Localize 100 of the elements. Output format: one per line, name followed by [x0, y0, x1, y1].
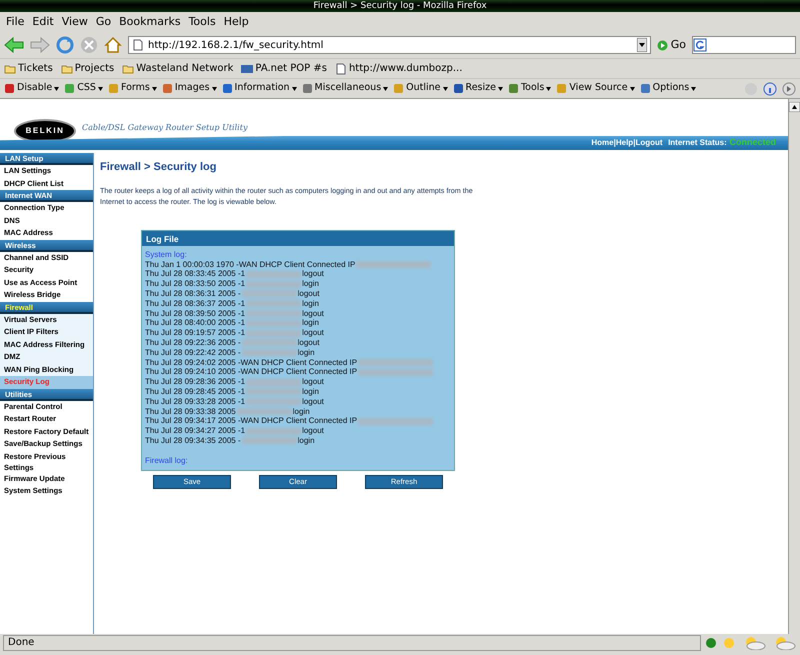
log-entry: Thu Jul 28 09:22:36 2005 -: [145, 338, 241, 348]
log-event: logout: [302, 396, 324, 407]
dropdown-icon[interactable]: [636, 38, 647, 52]
bookmark[interactable]: Wasteland Network: [122, 61, 234, 76]
caret-icon: [383, 86, 388, 90]
log-entry: Thu Jul 28 09:22:42 2005 -: [145, 348, 241, 358]
log-event: logout: [298, 288, 320, 299]
panel-title: Log File: [142, 230, 454, 246]
log-event: login: [292, 406, 310, 416]
caret-icon: [212, 86, 217, 90]
toolbar-menu[interactable]: Miscellaneous: [302, 81, 388, 96]
redacted-blur: [246, 388, 302, 396]
caret-icon: [630, 86, 635, 90]
bookmark[interactable]: http://www.dumbozp...: [334, 61, 462, 76]
redacted-blur: [246, 310, 302, 317]
home-icon[interactable]: [104, 36, 122, 54]
log-event: logout: [298, 338, 320, 348]
toolbar-menu[interactable]: Images: [162, 81, 217, 96]
toolbar-menu[interactable]: View Source: [556, 81, 635, 96]
tagline: Cable/DSL Gateway Router Setup Utility: [82, 122, 248, 134]
log-entry: Thu Jul 28 09:33:28 2005 -1: [145, 396, 246, 407]
redacted-blur: [246, 330, 302, 337]
separator: |: [614, 137, 616, 149]
redacted-blur: [246, 398, 302, 406]
log-event: login: [302, 279, 319, 289]
toolbar-menu[interactable]: Forms: [108, 81, 157, 96]
bookmark[interactable]: Tickets: [4, 61, 53, 76]
caret-icon: [292, 86, 297, 90]
menu-item[interactable]: Edit: [28, 12, 58, 32]
redacted-blur: [246, 378, 302, 386]
window-title: Firewall > Security log - Mozilla Firefox: [0, 0, 800, 12]
toolbar-menu[interactable]: Tools: [508, 81, 552, 96]
toolbar-menu[interactable]: Resize: [452, 81, 503, 96]
log-entry: Thu Jul 28 08:40:00 2005 -1: [145, 318, 246, 328]
caret-icon: [54, 86, 60, 90]
log-label: System log:: [145, 250, 188, 260]
caret-icon: [498, 86, 503, 90]
scroll-up-icon: [789, 102, 800, 112]
redacted-blur: [236, 408, 292, 415]
bookmark[interactable]: Projects: [60, 61, 114, 76]
redacted-blur: [246, 320, 302, 327]
menu-item[interactable]: Help: [220, 12, 253, 32]
search-engine-icon: [693, 38, 707, 52]
sun-icon: [721, 636, 737, 650]
stop-icon[interactable]: [80, 36, 98, 54]
log-entry: Thu Jul 28 09:34:27 2005 -1: [145, 426, 246, 436]
status-label: Internet Status:: [668, 137, 727, 149]
folder-icon: [4, 62, 16, 74]
bookmark[interactable]: PA.net POP #s: [241, 61, 327, 76]
log-event: logout: [302, 328, 324, 338]
page-heading: Firewall > Security log: [100, 161, 218, 174]
log-entry: Thu Jul 28 09:28:36 2005 -1: [145, 377, 246, 387]
forward-icon[interactable]: [30, 37, 50, 53]
redacted-blur: [246, 428, 302, 435]
go-button[interactable]: Go: [656, 36, 686, 54]
log-entry: Thu Jul 28 09:24:10 2005 -WAN DHCP Client Connected IP: [145, 367, 358, 378]
toolbar-menu[interactable]: CSS: [64, 81, 103, 96]
log-entry: Thu Jan 1 00:00:03 1970 -WAN DHCP Client Connected IP: [145, 260, 356, 270]
menu-item[interactable]: Go: [92, 12, 116, 32]
nav-link[interactable]: Home: [591, 137, 614, 149]
log-entry: Thu Jul 28 09:34:35 2005 -: [145, 436, 241, 446]
page-icon: [334, 62, 347, 74]
log-event: logout: [302, 269, 324, 280]
log-event: logout: [302, 308, 324, 318]
menu-item[interactable]: Tools: [184, 12, 220, 32]
log-event: login: [302, 318, 319, 328]
back-icon[interactable]: [4, 37, 24, 53]
log-event: login: [302, 298, 319, 309]
address-field[interactable]: http://192.168.2.1/fw_security.html: [128, 36, 651, 54]
caret-icon: [691, 86, 696, 90]
status-dot-icon: [705, 637, 717, 649]
log-entry: Thu Jul 28 08:33:50 2005 -1: [145, 279, 246, 289]
log-event: login: [298, 348, 315, 358]
log-entry: Thu Jul 28 09:33:38 2005: [145, 406, 236, 416]
redacted-blur: [242, 437, 297, 444]
log-entry: Thu Jul 28 08:39:50 2005 -1: [145, 308, 246, 318]
status-text: Done: [3, 635, 701, 651]
toolbar-menu[interactable]: Options: [640, 81, 696, 96]
log-entry: Thu Jul 28 09:28:45 2005 -1: [145, 386, 246, 397]
reload-icon[interactable]: [56, 36, 74, 54]
menu-item[interactable]: Bookmarks: [115, 12, 185, 32]
nav-link[interactable]: Logout: [635, 137, 663, 149]
log-event: logout: [302, 377, 324, 387]
search-field[interactable]: [692, 36, 796, 54]
info-icon[interactable]: [763, 82, 777, 96]
toolbar-menu[interactable]: Disable: [4, 81, 60, 96]
redacted-blur: [246, 300, 302, 308]
toolbar-menu[interactable]: Outline: [393, 81, 448, 96]
url-input[interactable]: http://192.168.2.1/fw_security.html: [148, 38, 633, 52]
scrollbar[interactable]: [788, 99, 800, 634]
toolbar-menu[interactable]: Information: [222, 81, 297, 96]
caret-icon: [152, 86, 157, 90]
page-icon: [132, 39, 144, 51]
log-entry: Thu Jul 28 08:36:37 2005 -1: [145, 298, 246, 309]
menu-item[interactable]: File: [2, 12, 28, 32]
site-icon: [241, 62, 254, 74]
nav-link[interactable]: Help: [616, 137, 634, 149]
menu-item[interactable]: View: [58, 12, 92, 32]
log-entry: Thu Jul 28 08:36:31 2005 -: [145, 288, 241, 299]
redacted-blur: [242, 349, 297, 356]
